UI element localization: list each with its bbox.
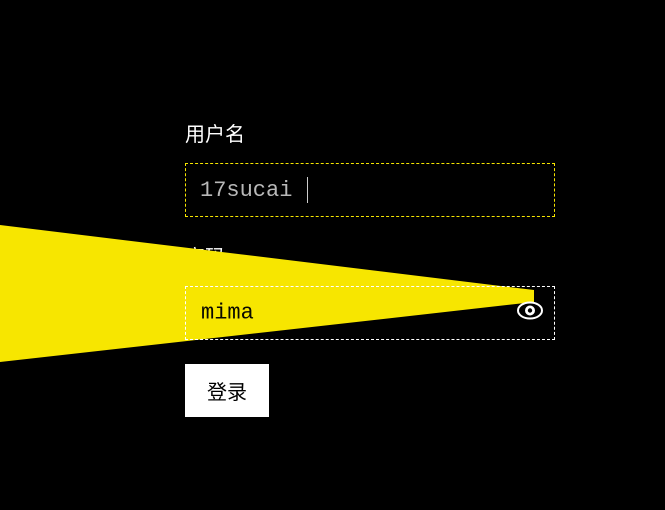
login-form: 用户名 密码 mima 登录 xyxy=(185,118,555,417)
eye-icon[interactable] xyxy=(517,302,543,325)
text-cursor xyxy=(307,177,308,203)
username-label: 用户名 xyxy=(185,118,555,147)
username-wrapper xyxy=(185,163,555,217)
password-wrapper: mima xyxy=(185,286,555,340)
username-input[interactable] xyxy=(185,163,555,217)
password-label: 密码 xyxy=(185,241,555,270)
login-button[interactable]: 登录 xyxy=(185,364,269,417)
password-visible-text: mima xyxy=(201,301,254,326)
